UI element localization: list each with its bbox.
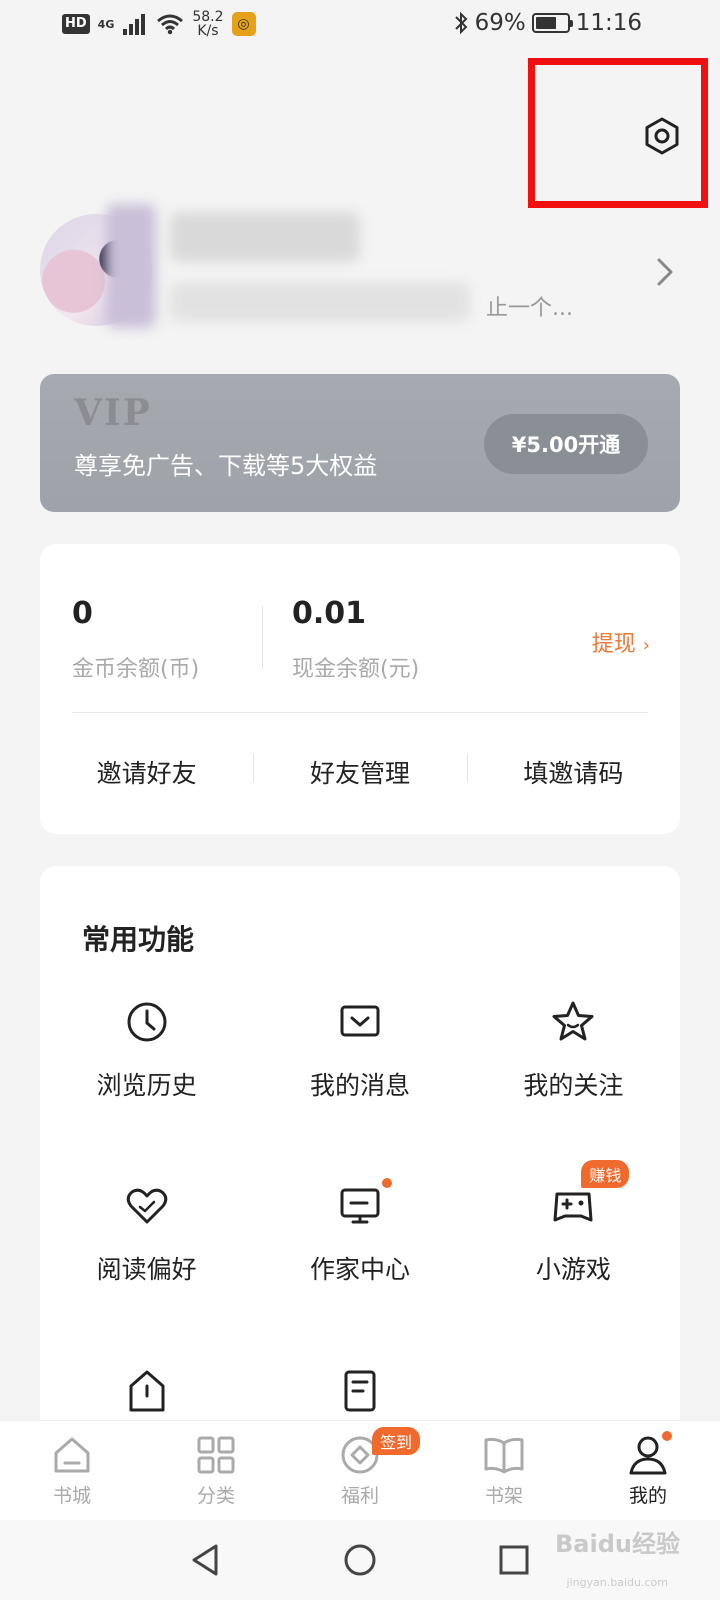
clock-icon — [127, 1002, 167, 1042]
gamepad-icon — [553, 1192, 593, 1222]
coin-balance-value: 0 — [72, 596, 93, 631]
nav-label: 书城 — [52, 1485, 91, 1507]
shield-icon — [129, 1370, 165, 1412]
battery-percent: 69% — [474, 10, 526, 36]
settings-hexagon-icon — [645, 117, 679, 155]
feature-label: 小游戏 — [535, 1255, 611, 1284]
invite-friends-button[interactable]: 邀请好友 — [40, 712, 253, 832]
heart-icon — [126, 1188, 167, 1224]
chevron-right-icon[interactable] — [650, 254, 680, 290]
network-type: 4G — [97, 17, 115, 31]
enter-invite-code-button[interactable]: 填邀请码 — [466, 712, 680, 832]
star-icon — [552, 1001, 594, 1041]
app-notification-icon: ◎ — [231, 12, 256, 36]
nav-mine[interactable]: 我的 — [576, 1421, 720, 1520]
features-grid: 浏览历史 我的消息 我的关注 阅读偏好 作家中心 赚钱 小游戏 — [40, 984, 680, 1484]
monitor-icon-wrap — [336, 1176, 394, 1230]
cash-balance-label: 现金余额(元) — [292, 657, 420, 682]
battery-icon — [531, 13, 573, 33]
settings-button[interactable] — [638, 112, 686, 160]
home-circle-icon[interactable] — [340, 1540, 380, 1580]
wallet-divider — [262, 606, 263, 668]
feature-following[interactable]: 我的关注 — [467, 984, 680, 1116]
blurred-username — [170, 212, 360, 262]
feature-messages[interactable]: 我的消息 — [253, 984, 466, 1116]
status-right: 69% 11:16 — [453, 10, 642, 36]
watermark-url: jingyan.baidu.com — [566, 1576, 668, 1589]
hd-badge: HD — [62, 14, 90, 34]
nav-welfare[interactable]: 签到 福利 — [288, 1421, 432, 1520]
feature-mini-games[interactable]: 赚钱 小游戏 — [467, 1160, 680, 1300]
blurred-region — [106, 204, 156, 328]
back-triangle-icon[interactable] — [186, 1540, 226, 1580]
notification-dot — [660, 1429, 674, 1443]
vip-subtitle: 尊享免广告、下载等5大权益 — [74, 452, 378, 480]
home-icon — [54, 1437, 90, 1473]
feature-label: 作家中心 — [309, 1255, 410, 1284]
feature-author-center[interactable]: 作家中心 — [253, 1168, 466, 1300]
battery-level — [535, 17, 557, 29]
clock: 11:16 — [575, 10, 642, 36]
status-bar: HD 4G 58.2 K/s ◎ 69% 11:16 — [0, 0, 720, 52]
vip-activate-button[interactable]: ¥5.00开通 — [484, 414, 648, 474]
feature-label: 浏览历史 — [96, 1071, 197, 1100]
blurred-description — [170, 282, 470, 322]
net-speed: 58.2 K/s — [192, 10, 223, 38]
net-speed-value: 58.2 — [192, 9, 224, 25]
section-title: 常用功能 — [82, 923, 195, 956]
bottom-nav: 书城 分类 签到 福利 书架 我的 — [0, 1420, 720, 1520]
book-icon — [484, 1437, 524, 1474]
signal-icon — [123, 14, 146, 35]
withdraw-label: 提现 — [591, 632, 636, 657]
nav-categories[interactable]: 分类 — [144, 1421, 288, 1520]
nav-bookstore[interactable]: 书城 — [0, 1421, 144, 1520]
user-icon-wrap — [626, 1429, 674, 1477]
feature-reading-preference[interactable]: 阅读偏好 — [40, 1168, 253, 1300]
coin-balance[interactable]: 0 金币余额(币) — [72, 596, 199, 683]
wallet-actions: 邀请好友 好友管理 填邀请码 — [40, 712, 680, 832]
cash-balance[interactable]: 0.01 现金余额(元) — [292, 596, 419, 683]
profile-header[interactable]: 止一个... — [40, 204, 680, 330]
grid-icon — [197, 1436, 235, 1474]
gamepad-icon-wrap: 赚钱 — [549, 1160, 630, 1230]
monitor-icon — [340, 1188, 380, 1224]
wallet-card: 0 金币余额(币) 0.01 现金余额(元) 提现 › 邀请好友 好友管理 填邀… — [40, 544, 680, 834]
vip-logo: VIP — [74, 392, 152, 434]
nav-bookshelf[interactable]: 书架 — [432, 1421, 576, 1520]
message-icon — [340, 1005, 380, 1037]
manage-friends-button[interactable]: 好友管理 — [253, 712, 466, 832]
nav-label: 分类 — [196, 1485, 235, 1507]
wifi-icon — [157, 14, 184, 35]
feature-label: 阅读偏好 — [96, 1255, 197, 1284]
recents-square-icon[interactable] — [494, 1540, 534, 1580]
profile-description: 止一个... — [486, 296, 573, 321]
vip-card[interactable]: VIP 尊享免广告、下载等5大权益 ¥5.00开通 — [40, 374, 680, 512]
earn-money-badge: 赚钱 — [581, 1160, 630, 1188]
status-left: HD 4G 58.2 K/s ◎ — [62, 10, 256, 38]
notification-dot — [379, 1176, 394, 1190]
chevron-right-small-icon: › — [642, 635, 650, 656]
withdraw-link[interactable]: 提现 › — [592, 626, 650, 658]
net-speed-unit: K/s — [197, 23, 219, 39]
feature-history[interactable]: 浏览历史 — [40, 984, 253, 1116]
feature-label: 我的消息 — [309, 1071, 410, 1100]
sign-in-badge: 签到 — [372, 1427, 421, 1455]
coin-balance-label: 金币余额(币) — [72, 657, 200, 682]
feature-label: 我的关注 — [523, 1071, 624, 1100]
nav-label: 我的 — [628, 1485, 667, 1507]
nav-label: 书架 — [484, 1485, 523, 1507]
document-icon — [344, 1370, 376, 1412]
watermark: Baidu经验 — [555, 1530, 680, 1558]
cash-balance-value: 0.01 — [292, 596, 367, 631]
nav-label: 福利 — [340, 1485, 379, 1507]
bluetooth-icon — [454, 11, 467, 35]
